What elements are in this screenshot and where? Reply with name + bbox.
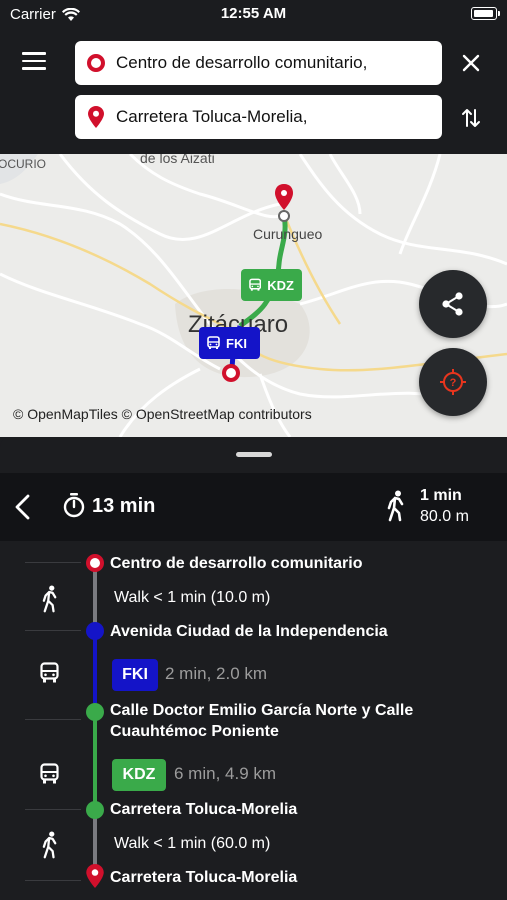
origin-field[interactable]: Centro de desarrollo comunitario, (75, 41, 442, 85)
destination-pin-icon (88, 106, 104, 128)
menu-button[interactable] (22, 52, 50, 72)
origin-marker-icon (87, 54, 105, 72)
walk-total-time: 1 min (420, 487, 462, 504)
route-tag-code: KDZ (267, 277, 294, 293)
bus-icon (40, 763, 59, 784)
search-header: Centro de desarrollo comunitario, Carret… (0, 30, 507, 154)
map-place-label: Curungueo (253, 226, 323, 242)
origin-stop-icon (86, 554, 104, 572)
locate-button[interactable]: ? (419, 348, 487, 416)
stop-name-continued[interactable]: Cuauhtémoc Poniente (110, 723, 279, 741)
route-badge-fki[interactable]: FKI (112, 659, 158, 691)
stop-name[interactable]: Carretera Toluca-Morelia (110, 801, 297, 819)
leg-walk-text: Walk < 1 min (10.0 m) (114, 589, 271, 606)
walk-total-distance: 80.0 m (420, 508, 469, 525)
itinerary-sheet: 13 min 1 min 80.0 m Centro de desarrollo… (0, 437, 507, 900)
bus-icon (40, 662, 59, 683)
swap-icon[interactable] (460, 106, 482, 130)
bus-icon (207, 336, 220, 349)
bus-icon (249, 278, 262, 291)
stop-marker (86, 622, 104, 640)
stop-marker (86, 703, 104, 721)
row-divider (25, 630, 81, 631)
map-attribution[interactable]: © OpenMapTiles © OpenStreetMap contribut… (13, 406, 312, 422)
walk-icon (42, 831, 57, 859)
map-place-label: OCURIO (0, 157, 46, 171)
leg-walk-text: Walk < 1 min (60.0 m) (114, 835, 271, 852)
sheet-drag-handle[interactable] (236, 452, 272, 457)
fki-connector (93, 633, 97, 703)
menu-icon-bar (22, 59, 46, 62)
share-icon (442, 292, 463, 316)
destination-pin-icon (86, 864, 104, 888)
status-bar: Carrier 12:55 AM (0, 0, 507, 30)
origin-value: Centro de desarrollo comunitario, (116, 53, 368, 72)
route-badge-kdz[interactable]: KDZ (112, 759, 166, 791)
route-tag-code: FKI (226, 335, 247, 351)
route-tag-fki[interactable]: FKI (199, 327, 260, 359)
share-button[interactable] (419, 270, 487, 338)
row-divider (25, 562, 81, 563)
destination-field[interactable]: Carretera Toluca-Morelia, (75, 95, 442, 139)
battery-icon (471, 7, 500, 20)
menu-icon-bar (22, 67, 46, 70)
stop-name[interactable]: Centro de desarrollo comunitario (110, 555, 362, 573)
walk-connector (93, 568, 97, 628)
back-icon[interactable] (14, 494, 32, 520)
stop-marker (86, 801, 104, 819)
stop-name[interactable]: Avenida Ciudad de la Independencia (110, 623, 388, 641)
stop-name[interactable]: Calle Doctor Emilio García Norte y Calle (110, 702, 413, 720)
leg-bus-text: 6 min, 4.9 km (174, 764, 277, 783)
svg-text:?: ? (450, 377, 457, 389)
row-divider (25, 719, 81, 720)
location-unknown-icon: ? (440, 369, 466, 395)
leg-bus-text: 2 min, 2.0 km (165, 664, 268, 683)
destination-value: Carretera Toluca-Morelia, (116, 107, 308, 126)
close-icon[interactable] (460, 52, 482, 74)
itinerary-list: Centro de desarrollo comunitario Walk < … (0, 541, 507, 900)
row-divider (25, 880, 81, 881)
status-time: 12:55 AM (220, 5, 287, 22)
timer-icon (63, 493, 85, 518)
map-place-label: de los Aizati (140, 154, 215, 166)
walk-icon (387, 490, 404, 522)
row-divider (25, 809, 81, 810)
trip-summary: 13 min 1 min 80.0 m (0, 473, 507, 541)
route-tag-kdz[interactable]: KDZ (241, 269, 302, 301)
walk-icon (42, 585, 57, 613)
stop-name[interactable]: Carretera Toluca-Morelia (110, 869, 297, 887)
trip-duration: 13 min (92, 495, 156, 517)
kdz-connector (93, 713, 97, 811)
menu-icon-bar (22, 52, 46, 55)
